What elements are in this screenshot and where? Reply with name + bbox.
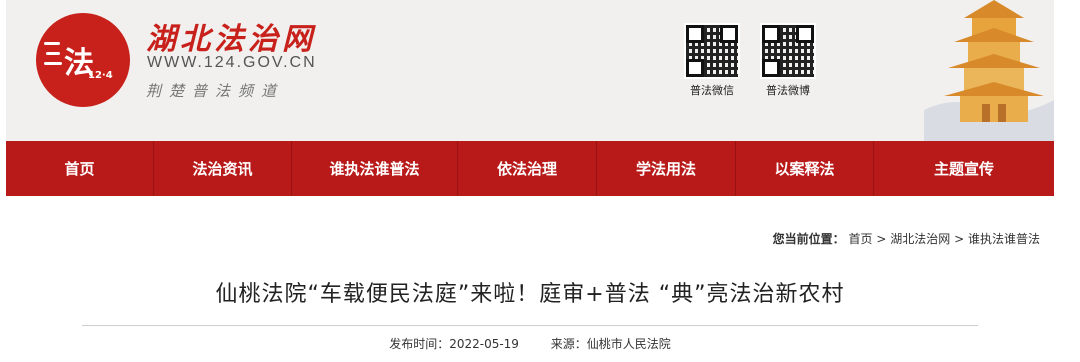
nav-item-legal-news[interactable]: 法治资讯 [154,141,292,196]
breadcrumb-prefix: 您当前位置： [772,232,845,246]
site-url: WWW.124.GOV.CN [147,54,317,71]
nav-item-case-explanation[interactable]: 以案释法 [736,141,874,196]
logo-character: 法 [64,46,94,81]
breadcrumb-site-link[interactable]: 湖北法治网 [890,232,950,246]
publish-time-value: 2022-05-19 [449,337,519,351]
breadcrumb-channel-link[interactable]: 谁执法谁普法 [968,232,1040,246]
main-nav: 首页 法治资讯 谁执法谁普法 依法治理 学法用法 以案释法 主题宣传 [6,141,1054,196]
wechat-qr-label: 普法微信 [690,84,734,97]
page: 法 12·4 湖北法治网 WWW.124.GOV.CN 荆楚普法频道 普法微信 … [6,0,1054,362]
site-header: 法 12·4 湖北法治网 WWW.124.GOV.CN 荆楚普法频道 普法微信 … [6,0,1054,141]
source-label: 来源： [550,337,587,351]
nav-item-rule-of-law[interactable]: 依法治理 [458,141,597,196]
source-value: 仙桃市人民法院 [586,337,671,351]
title-divider [82,325,978,326]
publish-time-label: 发布时间： [389,337,450,351]
wechat-qr-code [684,23,740,79]
breadcrumb-home-link[interactable]: 首页 [849,232,873,246]
weibo-qr-label: 普法微博 [766,84,810,97]
site-slogan: 荆楚普法频道 [146,82,285,100]
breadcrumb-separator: > [876,232,887,246]
nav-item-theme-promotion[interactable]: 主题宣传 [874,141,1054,196]
breadcrumb-separator: > [954,232,965,246]
publish-time: 发布时间：2022-05-19 [389,337,519,351]
yellow-crane-tower-icon [924,0,1054,141]
article-meta: 发布时间：2022-05-19 来源：仙桃市人民法院 [6,335,1054,352]
nav-item-learn-law[interactable]: 学法用法 [597,141,736,196]
article-title: 仙桃法院“车载便民法庭”来啦！庭审+普法 “典”亮法治新农村 [215,282,845,307]
breadcrumb: 您当前位置： 首页 > 湖北法治网 > 谁执法谁普法 [773,230,1040,247]
site-title[interactable]: 湖北法治网 [146,14,316,58]
logo-number: 12·4 [88,70,113,81]
weibo-qr-code [760,23,816,79]
nav-item-who-enforces-who-educates[interactable]: 谁执法谁普法 [292,141,458,196]
nav-item-home[interactable]: 首页 [6,141,154,196]
article-source: 来源：仙桃市人民法院 [551,337,671,351]
